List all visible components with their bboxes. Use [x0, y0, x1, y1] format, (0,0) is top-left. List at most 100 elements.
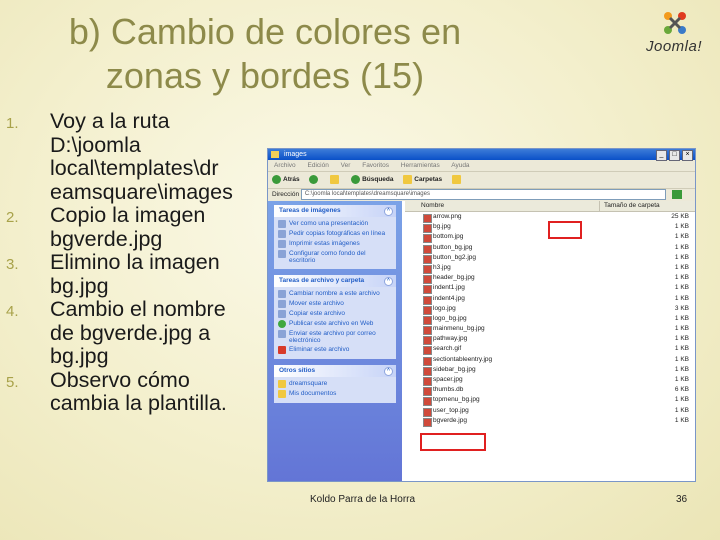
step-item: 4. Cambio el nombre de bgverde.jpg a bg.… — [6, 297, 226, 368]
task-slideshow[interactable]: Ver como una presentación — [278, 220, 392, 228]
file-row[interactable]: thumbs.db 6 KB — [405, 385, 695, 397]
file-row[interactable]: logo.jpg 3 KB — [405, 304, 695, 315]
file-size: 1 KB — [674, 365, 689, 373]
up-folder-icon — [330, 174, 340, 184]
pane-file-tasks: Tareas de archivo y carpeta ^ Cambiar nom… — [274, 275, 396, 359]
views-button[interactable] — [451, 174, 463, 184]
maximize-button[interactable]: □ — [669, 150, 680, 161]
file-size: 1 KB — [674, 263, 689, 271]
file-name: arrow.png — [433, 213, 462, 220]
address-bar: Dirección C:\joomla local\templates\drea… — [268, 188, 695, 201]
window-title: images — [284, 151, 307, 158]
pane-header[interactable]: Tareas de imágenes ^ — [274, 205, 396, 217]
file-size: 1 KB — [674, 355, 689, 363]
file-row[interactable]: logo_bg.jpg 1 KB — [405, 314, 695, 325]
file-row[interactable]: search.gif 1 KB — [405, 344, 695, 356]
address-input[interactable]: C:\joomla local\templates\dreamsquare\im… — [300, 189, 666, 200]
task-copy[interactable]: Copiar este archivo — [278, 310, 392, 318]
task-email[interactable]: Enviar este archivo por correo electróni… — [278, 330, 392, 344]
file-row[interactable]: bgverde.jpg 1 KB — [405, 416, 695, 427]
menu-ayuda[interactable]: Ayuda — [451, 162, 469, 169]
file-size: 1 KB — [674, 396, 689, 404]
file-size: 1 KB — [674, 243, 689, 251]
file-name: user_top.jpg — [433, 406, 469, 414]
file-row[interactable]: h3.jpg 1 KB — [405, 263, 695, 274]
file-row[interactable]: pathway.jpg 1 KB — [405, 334, 695, 346]
menu-edicion[interactable]: Edición — [308, 162, 329, 169]
file-row[interactable]: topmenu_bg.jpg 1 KB — [405, 395, 695, 407]
window-titlebar[interactable]: images _ □ × — [268, 149, 695, 161]
file-row[interactable]: spacer.jpg 1 KB — [405, 375, 695, 386]
delete-icon — [278, 346, 286, 354]
pane-image-tasks: Tareas de imágenes ^ Ver como una present… — [274, 205, 396, 269]
file-size: 25 KB — [671, 213, 689, 220]
file-row[interactable]: user_top.jpg 1 KB — [405, 406, 695, 417]
slide-title: b) Cambio de colores en zonas y bordes (… — [30, 10, 500, 98]
minimize-button[interactable]: _ — [656, 150, 667, 161]
rename-icon — [278, 290, 286, 298]
copy-icon — [278, 310, 286, 318]
pane-header[interactable]: Tareas de archivo y carpeta ^ — [274, 275, 396, 287]
file-size: 1 KB — [674, 233, 689, 241]
back-button[interactable]: Atrás — [272, 174, 300, 184]
image-file-icon — [423, 417, 432, 427]
move-icon — [278, 300, 286, 308]
views-icon — [451, 174, 461, 184]
file-name: spacer.jpg — [433, 376, 463, 383]
collapse-chevron-icon[interactable]: ^ — [384, 367, 393, 376]
task-set-background[interactable]: Configurar como fondo del escritorio — [278, 250, 392, 264]
task-publish-web[interactable]: Publicar este archivo en Web — [278, 320, 392, 328]
task-delete[interactable]: Eliminar este archivo — [278, 346, 392, 354]
file-size: 1 KB — [674, 345, 689, 353]
step-item: 2. Copio la imagen bgverde.jpg — [6, 203, 206, 251]
task-move[interactable]: Mover este archivo — [278, 300, 392, 308]
search-icon — [351, 174, 361, 184]
collapse-chevron-icon[interactable]: ^ — [384, 207, 393, 216]
menu-herramientas[interactable]: Herramientas — [401, 162, 440, 169]
footer-author: Koldo Parra de la Horra — [310, 494, 416, 505]
column-name[interactable]: Nombre — [421, 201, 444, 211]
file-name: bgverde.jpg — [433, 416, 467, 424]
file-row[interactable]: sectiontableentry.jpg 1 KB — [405, 355, 695, 366]
steps-list: 1. Voy a la ruta D:\joomla local\templat… — [6, 109, 266, 416]
collapse-chevron-icon[interactable]: ^ — [384, 277, 393, 286]
email-icon — [278, 330, 286, 338]
file-row[interactable]: header_bg.jpg 1 KB — [405, 273, 695, 285]
folder-icon — [271, 151, 279, 158]
file-row[interactable]: sidebar_bg.jpg 1 KB — [405, 365, 695, 376]
file-name: h3.jpg — [433, 263, 451, 271]
file-name: indent4.jpg — [433, 294, 465, 302]
explorer-content: Tareas de imágenes ^ Ver como una present… — [268, 201, 695, 481]
search-button[interactable]: Búsqueda — [351, 174, 393, 184]
file-row[interactable]: button_bg2.jpg 1 KB — [405, 253, 695, 264]
task-order-prints[interactable]: Pedir copias fotográficas en línea — [278, 230, 392, 238]
task-print[interactable]: Imprimir estas imágenes — [278, 240, 392, 248]
file-name: indent1.jpg — [433, 284, 465, 292]
explorer-window: images _ □ × Archivo Edición Ver Favorit… — [267, 148, 696, 482]
pane-header[interactable]: Otros sitios ^ — [274, 365, 396, 377]
file-row[interactable]: indent4.jpg 1 KB — [405, 294, 695, 305]
file-row[interactable]: button_bg.jpg 1 KB — [405, 243, 695, 254]
place-my-documents[interactable]: Mis documentos — [278, 390, 392, 398]
folders-icon — [403, 174, 413, 184]
file-row[interactable]: mainmenu_bg.jpg 1 KB — [405, 324, 695, 336]
close-button[interactable]: × — [682, 150, 693, 161]
step-item: 1. Voy a la ruta D:\joomla local\templat… — [6, 109, 233, 204]
menu-favoritos[interactable]: Favoritos — [362, 162, 389, 169]
place-dreamsquare[interactable]: dreamsquare — [278, 380, 392, 388]
file-name: button_bg2.jpg — [433, 253, 477, 261]
file-name: topmenu_bg.jpg — [433, 396, 480, 404]
up-folder-button[interactable] — [330, 174, 341, 184]
column-size[interactable]: Tamaño de carpeta — [599, 201, 695, 211]
menu-ver[interactable]: Ver — [341, 162, 351, 169]
file-row[interactable]: indent1.jpg 1 KB — [405, 283, 695, 295]
print-order-icon — [278, 230, 286, 238]
folders-button[interactable]: Carpetas — [403, 174, 442, 184]
file-name: bottom.jpg — [433, 233, 464, 241]
menu-archivo[interactable]: Archivo — [274, 162, 296, 169]
task-rename[interactable]: Cambiar nombre a este archivo — [278, 290, 392, 298]
file-size: 1 KB — [674, 284, 689, 292]
file-size: 1 KB — [674, 406, 689, 414]
forward-button[interactable] — [309, 174, 320, 184]
go-button[interactable] — [671, 190, 682, 199]
